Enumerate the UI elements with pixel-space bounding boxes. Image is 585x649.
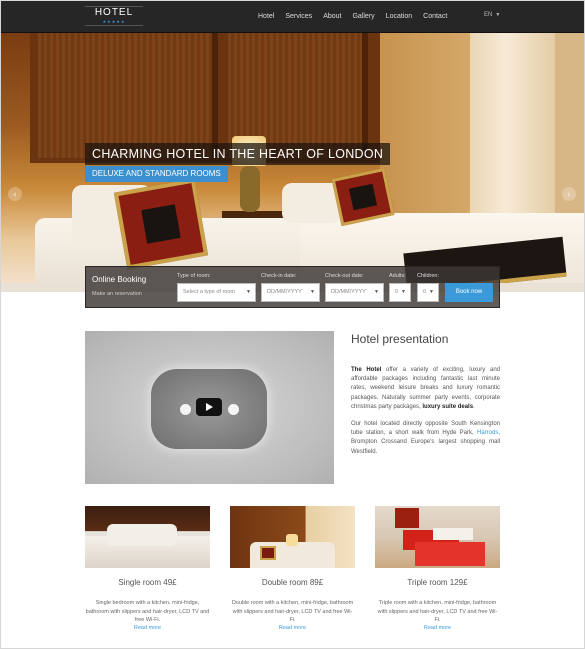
- presentation-title: Hotel presentation: [351, 332, 449, 346]
- caret-down-icon: ▼: [401, 289, 406, 295]
- booking-form: Online Booking Make an reservation Type …: [85, 266, 500, 308]
- children-value: 0: [423, 289, 427, 295]
- booking-title: Online Booking: [92, 275, 147, 284]
- hero-title: CHARMING HOTEL IN THE HEART OF LONDON: [85, 143, 391, 165]
- read-more-link-single[interactable]: Read more: [85, 625, 210, 631]
- play-icon[interactable]: [196, 398, 222, 416]
- language-selector[interactable]: EN ▼: [484, 12, 500, 18]
- room-title-single: Single room 49£: [118, 578, 177, 587]
- room-type-placeholder: Select a type of room: [183, 289, 235, 295]
- room-type-label: Type of room:: [177, 273, 211, 279]
- children-select[interactable]: 0 ▼: [417, 283, 439, 302]
- booking-subtitle: Make an reservation: [92, 291, 142, 297]
- hotel-name-strong: The Hotel: [351, 367, 382, 373]
- room-title-double: Double room 89£: [261, 578, 324, 587]
- adults-value: 0: [395, 289, 399, 295]
- hotel-logo[interactable]: HOTEL ★★★★★: [85, 6, 143, 26]
- adults-select[interactable]: 0 ▼: [389, 283, 411, 302]
- checkout-label: Check-out date:: [325, 273, 364, 279]
- room-title-triple: Triple room 129£: [407, 578, 468, 587]
- nav-item-hotel[interactable]: Hotel: [258, 13, 274, 20]
- presentation-paragraph-2: Our hotel located directly opposite Sout…: [351, 420, 500, 457]
- hero-image-lamp-base: [240, 166, 260, 212]
- nav-item-services[interactable]: Services: [285, 13, 312, 20]
- single-room-image[interactable]: [85, 506, 210, 568]
- paragraph-end: .: [473, 403, 475, 410]
- hero-image-curtain: [470, 33, 560, 223]
- suite-deals-strong: luxury suite deals: [422, 403, 474, 410]
- nav-item-about[interactable]: About: [323, 13, 341, 20]
- caret-down-icon: ▼: [495, 12, 501, 18]
- room-description-single: Single bedroom with a kitchen, mini-frid…: [85, 600, 210, 623]
- room-type-select[interactable]: Select a type of room ▼: [177, 283, 256, 302]
- caret-down-icon: ▼: [246, 289, 251, 295]
- nav-item-gallery[interactable]: Gallery: [352, 13, 374, 20]
- read-more-link-double[interactable]: Read more: [230, 625, 355, 631]
- checkout-input[interactable]: DD/MM/YYYY ▼: [325, 283, 384, 302]
- logo-text: HOTEL: [94, 7, 134, 18]
- triple-room-image[interactable]: [375, 506, 500, 568]
- room-description-double: Double room with a kitchen, mini-fridge,…: [231, 600, 354, 623]
- hero-subtitle: DELUXE AND STANDARD ROOMS: [85, 166, 228, 182]
- checkin-input[interactable]: DD/MM/YYYY ▼: [261, 283, 320, 302]
- hero-image-cushion: [113, 178, 209, 270]
- book-now-button[interactable]: Book now: [445, 283, 493, 302]
- caret-down-icon: ▼: [429, 289, 434, 295]
- top-navbar: HOTEL ★★★★★ Hotel Services About Gallery…: [0, 0, 585, 33]
- nav-item-location[interactable]: Location: [386, 13, 412, 20]
- nav-item-contact[interactable]: Contact: [423, 13, 447, 20]
- checkout-placeholder: DD/MM/YYYY: [331, 289, 366, 295]
- checkin-placeholder: DD/MM/YYYY: [267, 289, 302, 295]
- chevron-left-icon[interactable]: ‹: [8, 187, 22, 201]
- hero-slider: ‹ › CHARMING HOTEL IN THE HEART OF LONDO…: [0, 33, 585, 292]
- double-room-image[interactable]: [230, 506, 355, 568]
- chevron-right-icon[interactable]: ›: [562, 187, 576, 201]
- room-description-triple: Triple room with a kitchen, mini-fridge,…: [377, 600, 498, 623]
- checkin-label: Check-in date:: [261, 273, 297, 279]
- logo-stars-icon: ★★★★★: [102, 19, 126, 24]
- caret-down-icon: ▼: [310, 289, 315, 295]
- main-nav: Hotel Services About Gallery Location Co…: [258, 0, 458, 33]
- language-label: EN: [484, 12, 493, 18]
- harrods-link[interactable]: Harrods: [477, 430, 498, 436]
- hero-image-curtain-edge: [555, 33, 585, 233]
- children-label: Children:: [417, 273, 440, 279]
- hero-image-panel-left: [38, 33, 218, 158]
- video-thumbnail-dot: [228, 404, 239, 415]
- read-more-link-triple[interactable]: Read more: [375, 625, 500, 631]
- presentation-paragraph-1: The Hotel offer a variety of exciting, l…: [351, 366, 500, 412]
- video-thumbnail-dot: [180, 404, 191, 415]
- adults-label: Adults:: [389, 273, 406, 279]
- caret-down-icon: ▼: [374, 289, 379, 295]
- video-player[interactable]: [85, 331, 334, 484]
